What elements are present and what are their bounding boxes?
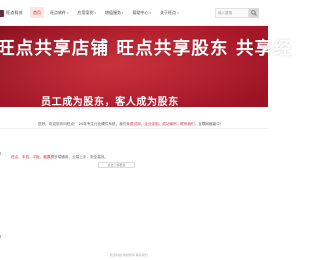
chevron-down-icon: ▾	[149, 11, 152, 15]
site-header: 旺点科技 首页 旺点软件▾ 应用案例▾ 增值服务▾ 帮助中心▾ 关于旺点▾ 输入…	[0, 0, 268, 26]
logo-text: 旺点科技	[6, 10, 23, 15]
nav-label: 关于旺点	[160, 10, 177, 15]
nav-item-software[interactable]: 旺点软件▾	[47, 7, 72, 18]
nav-label: 增值服务	[105, 10, 122, 15]
notice-link-contact[interactable]: 联系我们	[180, 122, 194, 126]
notice-suffix: ，互联网赋能中！	[194, 122, 224, 126]
notice-bar: 您好，欢迎您访问旺点！ 20年专注行业硬件系统，我们免费试用，企业定制，成功案例…	[0, 119, 268, 129]
nav-item-home[interactable]: 首页	[30, 7, 44, 18]
notice-link-trial[interactable]: 免费试用	[126, 122, 140, 126]
search-icon	[251, 10, 257, 16]
search-button[interactable]	[249, 8, 259, 18]
intro-rest: 多端通用，云端上手，安全高效。	[54, 155, 109, 159]
nav-label: 帮助中心	[132, 10, 149, 15]
nav-label: 首页	[33, 10, 41, 15]
nav-item-cases[interactable]: 应用案例▾	[75, 7, 100, 18]
chevron-down-icon: ▾	[122, 11, 124, 15]
notice-link-custom[interactable]: 企业定制	[144, 122, 158, 126]
side-marker	[0, 152, 2, 155]
banner-tagline: 员工成为股东，客人成为股东	[41, 97, 179, 108]
nav-item-services[interactable]: 增值服务▾	[102, 7, 127, 18]
chevron-down-icon: ▾	[177, 11, 179, 15]
search-input[interactable]: 输入要搜	[215, 8, 249, 18]
learn-more-button[interactable]: 点击了解更多	[98, 162, 135, 168]
main-content: 旺点、手机、平板、触摸屏多端通用，云端上手，安全高效。 点击了解更多	[0, 129, 268, 240]
banner-headline: 旺点共享店铺 旺点共享股东 共享经	[0, 39, 293, 59]
nav-item-about[interactable]: 关于旺点▾	[157, 7, 182, 18]
site-footer: 旺点科技 版权所有 联系我们	[0, 249, 268, 260]
nav-item-help[interactable]: 帮助中心▾	[130, 7, 155, 18]
notice-text: 您好，欢迎您访问旺点！ 20年专注行业硬件系统，我们免费试用，企业定制，成功案例…	[38, 122, 223, 127]
nav-label: 应用案例	[77, 10, 94, 15]
nav-label: 旺点软件	[50, 10, 66, 15]
chevron-down-icon: ▾	[67, 11, 69, 15]
footer-text: 旺点科技 版权所有 联系我们	[110, 253, 148, 257]
intro-paragraph: 旺点、手机、平板、触摸屏多端通用，云端上手，安全高效。	[11, 155, 108, 160]
notice-link-cases[interactable]: 成功案例	[162, 122, 176, 126]
logo-mark-icon	[0, 9, 4, 17]
main-nav: 首页 旺点软件▾ 应用案例▾ 增值服务▾ 帮助中心▾ 关于旺点▾	[30, 7, 185, 18]
notice-prefix: 您好，欢迎您访问旺点！ 20年专注行业硬件系统，我们	[38, 122, 127, 126]
side-marker	[0, 235, 2, 238]
chevron-down-icon: ▾	[94, 11, 97, 15]
intro-highlight: 旺点、手机、平板、触摸屏	[11, 155, 55, 159]
site-logo[interactable]: 旺点科技	[0, 9, 23, 17]
